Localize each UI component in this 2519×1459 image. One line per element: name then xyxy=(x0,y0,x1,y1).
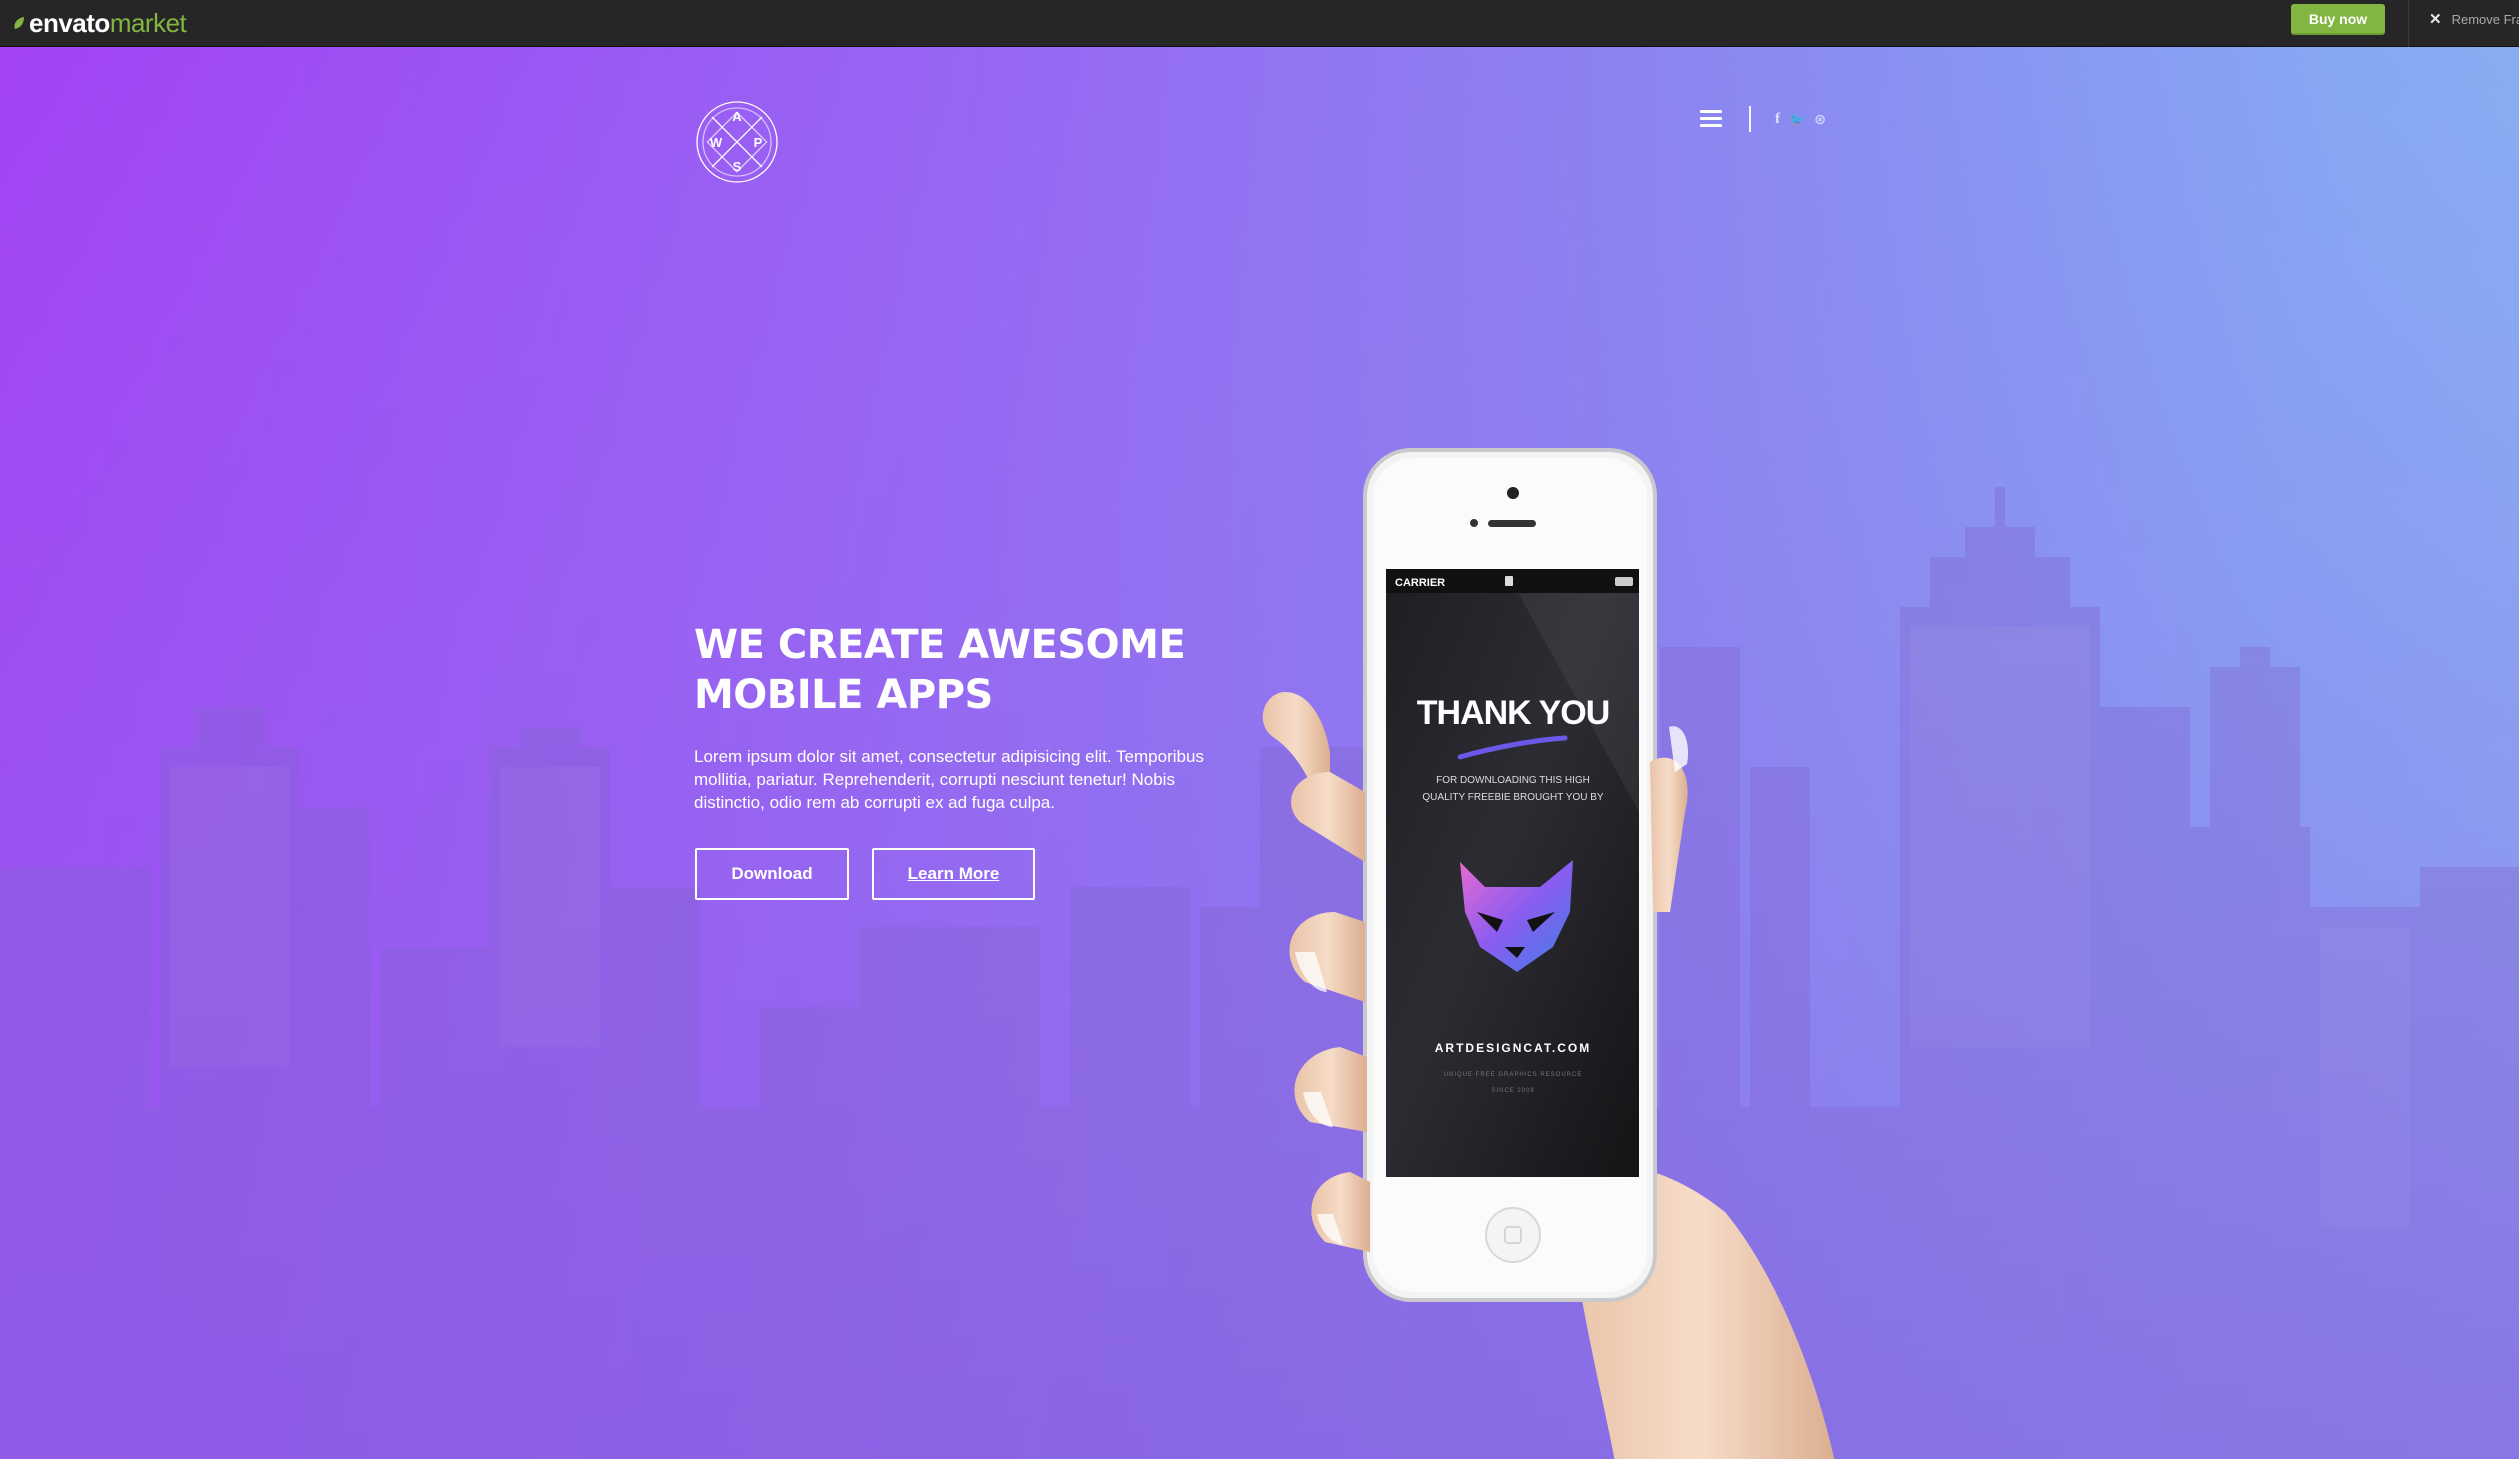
screen-since: SINCE 2009 xyxy=(1491,1088,1534,1094)
remove-frame-label: Remove Fra xyxy=(2451,11,2519,27)
thank-you-text: THANK YOU xyxy=(1417,694,1610,732)
buy-now-button[interactable]: Buy now xyxy=(2291,4,2385,35)
remove-frame-button[interactable]: ✕ Remove Fra xyxy=(2429,8,2519,30)
hero-section: A W P S f 🐦 ⊛ WE CREATE AWESOME MOBILE A… xyxy=(0,47,2519,1459)
headline-line-2: MOBILE APPS xyxy=(694,672,993,718)
logo-letter-right: P xyxy=(754,135,763,150)
envato-top-bar: envato market Buy now ✕ Remove Fra xyxy=(0,0,2519,47)
nav-separator xyxy=(1749,106,1751,132)
wasp-logo[interactable]: A W P S xyxy=(694,99,780,185)
hamburger-menu-icon[interactable] xyxy=(1700,110,1722,128)
screen-tagline: UNIQUE FREE GRAPHICS RESOURCE xyxy=(1444,1072,1583,1078)
brand-name-bold: envato xyxy=(29,7,110,38)
screen-site-name: ARTDESIGNCAT.COM xyxy=(1435,1041,1591,1055)
screen-subtitle-2: QUALITY FREEBIE BROUGHT YOU BY xyxy=(1422,792,1603,803)
screen-subtitle-1: FOR DOWNLOADING THIS HIGH xyxy=(1436,775,1590,786)
close-icon: ✕ xyxy=(2429,11,2442,28)
hero-headline: WE CREATE AWESOME MOBILE APPS xyxy=(694,620,1294,720)
twitter-icon[interactable]: 🐦 xyxy=(1789,112,1805,128)
hand-holding-phone-image: CARRIER THANK YOU FOR DOWNLOADING THIS H… xyxy=(1262,448,1835,1459)
brand-name-light: market xyxy=(109,7,187,38)
topbar-divider xyxy=(2408,0,2409,47)
headline-line-1: WE CREATE AWESOME xyxy=(694,622,1186,668)
dribbble-icon[interactable]: ⊛ xyxy=(1814,111,1826,128)
social-links: f 🐦 ⊛ xyxy=(1775,111,1826,128)
logo-letter-bottom: S xyxy=(733,159,742,174)
download-button[interactable]: Download xyxy=(695,848,849,900)
carrier-label: CARRIER xyxy=(1395,577,1445,589)
learn-more-button[interactable]: Learn More xyxy=(872,848,1035,900)
envato-market-logo[interactable]: envato market xyxy=(12,6,187,40)
facebook-icon[interactable]: f xyxy=(1775,111,1780,128)
logo-letter-top: A xyxy=(732,109,742,124)
hero-lead-text: Lorem ipsum dolor sit amet, consectetur … xyxy=(694,747,1204,812)
leaf-icon xyxy=(14,17,24,29)
logo-letter-left: W xyxy=(710,135,723,150)
